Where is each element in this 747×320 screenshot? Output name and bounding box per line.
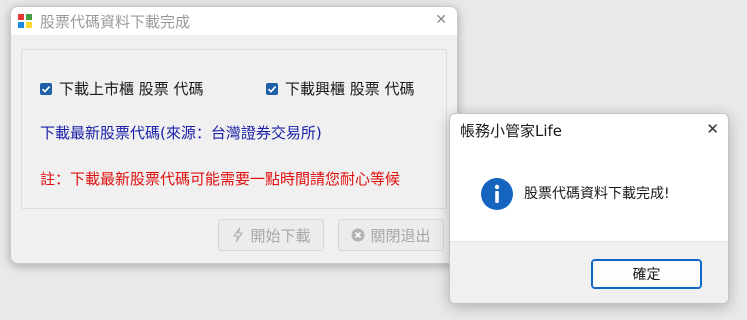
close-circle-icon <box>351 228 365 242</box>
close-icon[interactable]: ✕ <box>706 120 719 138</box>
checkbox-checked-icon[interactable] <box>40 82 52 95</box>
close-icon[interactable]: ✕ <box>435 12 447 28</box>
start-download-label: 開始下載 <box>250 226 311 245</box>
message-box: 帳務小管家Life ✕ 股票代碼資料下載完成! 確定 <box>449 113 729 304</box>
source-info-text: 下載最新股票代碼(來源：台灣證券交易所) <box>40 124 322 142</box>
lightning-icon <box>233 227 244 243</box>
listed-stock-label: 下載上市櫃 股票 代碼 <box>59 80 204 98</box>
info-icon <box>481 178 513 210</box>
wait-note-text: 註：下載最新股票代碼可能需要一點時間請您耐心等候 <box>40 170 401 188</box>
message-text: 股票代碼資料下載完成! <box>524 186 670 202</box>
close-exit-label: 關閉退出 <box>370 226 431 245</box>
title-bar: 股票代碼資料下載完成 ✕ <box>11 7 457 35</box>
app-icon <box>18 14 32 28</box>
emerging-stock-label: 下載興櫃 股票 代碼 <box>285 80 415 98</box>
window-title: 股票代碼資料下載完成 <box>40 13 191 31</box>
message-box-title: 帳務小管家Life <box>460 122 563 140</box>
start-download-button[interactable]: 開始下載 <box>218 219 324 251</box>
close-exit-button[interactable]: 關閉退出 <box>338 219 444 251</box>
ok-button[interactable]: 確定 <box>591 259 702 289</box>
listed-stock-checkbox[interactable]: 下載上市櫃 股票 代碼 <box>40 78 204 99</box>
message-box-footer: 確定 <box>450 241 728 303</box>
emerging-stock-checkbox[interactable]: 下載興櫃 股票 代碼 <box>266 78 415 99</box>
checkbox-checked-icon[interactable] <box>266 82 278 95</box>
download-window: 股票代碼資料下載完成 ✕ 下載上市櫃 股票 代碼 下載興櫃 股票 代碼 下載最新… <box>10 6 458 264</box>
